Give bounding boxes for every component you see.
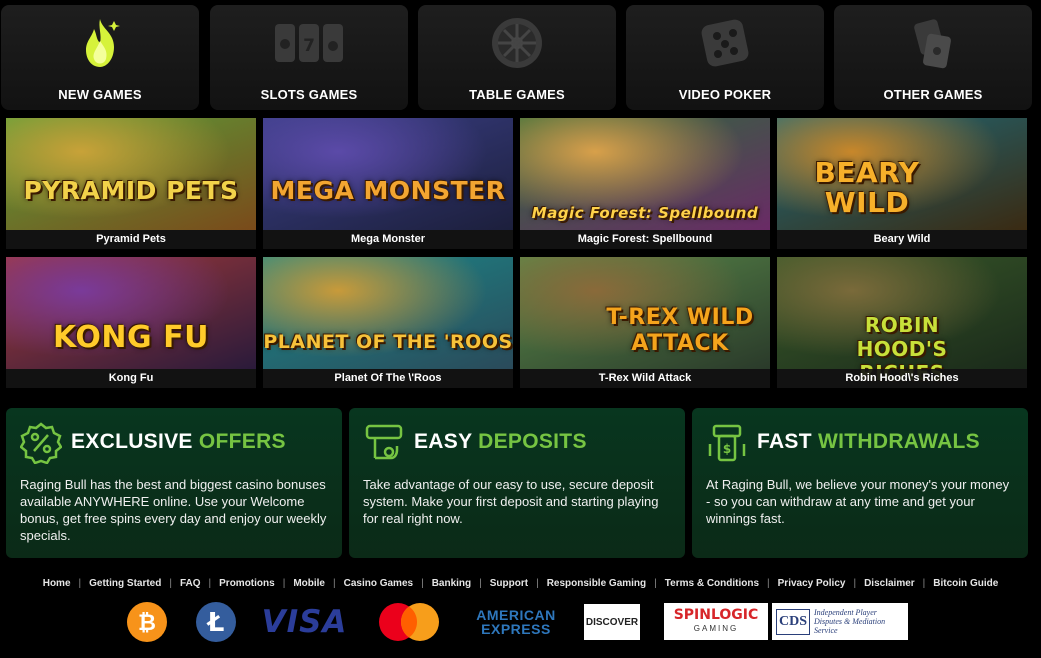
footer-link-casino-games[interactable]: Casino Games [344, 578, 413, 589]
footer-separator: | [332, 577, 336, 589]
footer-link-home[interactable]: Home [43, 578, 71, 589]
cds-logo: CDS Independent Player Disputes & Mediat… [772, 603, 908, 640]
feature-title: EASY DEPOSITS [414, 430, 587, 453]
mastercard-logo [376, 602, 442, 642]
feature-card-fast-withdrawals: $ FAST WITHDRAWALS At Raging Bull, we be… [692, 408, 1028, 558]
cards-icon [834, 15, 1032, 71]
footer-link-privacy-policy[interactable]: Privacy Policy [778, 578, 846, 589]
footer-link-support[interactable]: Support [490, 578, 528, 589]
flame-icon [1, 15, 199, 71]
dice-icon [626, 15, 824, 71]
game-tile-pyramid-pets[interactable]: PYRAMID PETS Pyramid Pets [6, 118, 256, 249]
footer-link-disclaimer[interactable]: Disclaimer [864, 578, 915, 589]
game-title: Robin Hood\'s Riches [777, 369, 1027, 388]
game-title: Mega Monster [263, 230, 513, 249]
game-title: Pyramid Pets [6, 230, 256, 249]
game-tile-mega-monster[interactable]: MEGA MONSTER Mega Monster [263, 118, 513, 249]
game-logo: PYRAMID PETS [23, 176, 239, 205]
category-slots-games[interactable]: 7 SLOTS GAMES [210, 5, 408, 110]
category-other-games[interactable]: OTHER GAMES [834, 5, 1032, 110]
category-label: TABLE GAMES [469, 87, 565, 102]
footer-nav: Home | Getting Started | FAQ | Promotions | Mobi… [0, 575, 1041, 591]
game-logo: PLANET OF THE 'ROOS [263, 331, 513, 353]
svg-text:₿: ₿ [138, 611, 156, 636]
feature-description: Take advantage of our easy to use, secur… [363, 477, 659, 526]
footer-separator: | [78, 577, 82, 589]
category-video-poker[interactable]: VIDEO POKER [626, 5, 824, 110]
game-category-bar: NEW GAMES 7 SLOTS GAMES TABLE GAMES VIDE… [0, 5, 1041, 110]
category-table-games[interactable]: TABLE GAMES [418, 5, 616, 110]
category-label: NEW GAMES [58, 87, 142, 102]
footer-link-mobile[interactable]: Mobile [293, 578, 325, 589]
atm-cash-icon: $ [708, 424, 746, 462]
game-tile-kong-fu[interactable]: KONG FU Kong Fu [6, 257, 256, 388]
footer-link-responsible-gaming[interactable]: Responsible Gaming [547, 578, 646, 589]
roulette-wheel-icon [418, 15, 616, 71]
discover-logo: DISCOVER [584, 604, 640, 640]
footer-link-bitcoin-guide[interactable]: Bitcoin Guide [933, 578, 998, 589]
game-thumbnail [6, 118, 256, 230]
game-title: Planet Of The \'Roos [263, 369, 513, 388]
footer-separator: | [208, 577, 212, 589]
svg-text:7: 7 [303, 36, 315, 56]
category-new-games[interactable]: NEW GAMES [1, 5, 199, 110]
footer-link-promotions[interactable]: Promotions [219, 578, 275, 589]
deposit-hand-icon [365, 424, 403, 460]
footer-separator: | [853, 577, 857, 589]
category-label: VIDEO POKER [678, 87, 772, 102]
game-tile-planet-of-the-roos[interactable]: PLANET OF THE 'ROOS Planet Of The \'Roos [263, 257, 513, 388]
footer-separator: | [922, 577, 926, 589]
footer-separator: | [421, 577, 424, 589]
visa-logo: VISA [261, 604, 348, 640]
game-title: Beary Wild [777, 230, 1027, 249]
footer-link-getting-started[interactable]: Getting Started [89, 578, 161, 589]
game-tile-beary-wild[interactable]: BEARY WILD Beary Wild [777, 118, 1027, 249]
game-logo: BEARY WILD [814, 156, 920, 219]
footer-separator: | [654, 577, 657, 589]
category-label: OTHER GAMES [883, 87, 983, 102]
game-tile-t-rex-wild-attack[interactable]: T-REX WILD ATTACK T-Rex Wild Attack [520, 257, 770, 388]
game-tile-robin-hoods-riches[interactable]: ROBIN HOOD'S RICHES Robin Hood\'s Riches [777, 257, 1027, 388]
footer-link-terms-conditions[interactable]: Terms & Conditions [665, 578, 759, 589]
footer-link-faq[interactable]: FAQ [180, 578, 201, 589]
litecoin-logo: Ł [195, 602, 237, 642]
casino-lobby: NEW GAMES 7 SLOTS GAMES TABLE GAMES VIDE… [0, 0, 1041, 658]
game-logo: KONG FU [53, 320, 209, 355]
game-thumbnail [263, 118, 513, 230]
game-logo: T-REX WILD ATTACK [606, 305, 754, 356]
american-express-logo: AMERICAN EXPRESS [476, 607, 556, 637]
game-title: Magic Forest: Spellbound [520, 230, 770, 249]
game-title: Kong Fu [6, 369, 256, 388]
game-tile-magic-forest[interactable]: Magic Forest: Spellbound Magic Forest: S… [520, 118, 770, 249]
feature-card-easy-deposits: EASY DEPOSITS Take advantage of our easy… [349, 408, 685, 558]
footer-separator: | [767, 577, 770, 589]
footer-separator: | [169, 577, 172, 589]
svg-text:$: $ [723, 442, 731, 456]
footer-separator: | [536, 577, 539, 589]
game-title: T-Rex Wild Attack [520, 369, 770, 388]
feature-title: EXCLUSIVE OFFERS [71, 430, 286, 453]
feature-description: Raging Bull has the best and biggest cas… [20, 477, 327, 543]
feature-card-exclusive-offers: EXCLUSIVE OFFERS Raging Bull has the bes… [6, 408, 342, 558]
spinlogic-logo: SPINLOGIC GAMING [664, 603, 768, 640]
footer-separator: | [479, 577, 482, 589]
category-label: SLOTS GAMES [260, 87, 358, 102]
bitcoin-logo: ₿ [126, 602, 168, 642]
percent-badge-icon [20, 422, 62, 464]
feature-title: FAST WITHDRAWALS [757, 430, 980, 453]
game-logo: MEGA MONSTER [270, 176, 506, 205]
slot-reels-icon: 7 [210, 15, 408, 71]
svg-text:Ł: Ł [206, 608, 225, 638]
footer-link-banking[interactable]: Banking [432, 578, 471, 589]
feature-description: At Raging Bull, we believe your money's … [706, 477, 1010, 526]
game-logo: Magic Forest: Spellbound [531, 204, 759, 222]
footer-separator: | [282, 577, 286, 589]
